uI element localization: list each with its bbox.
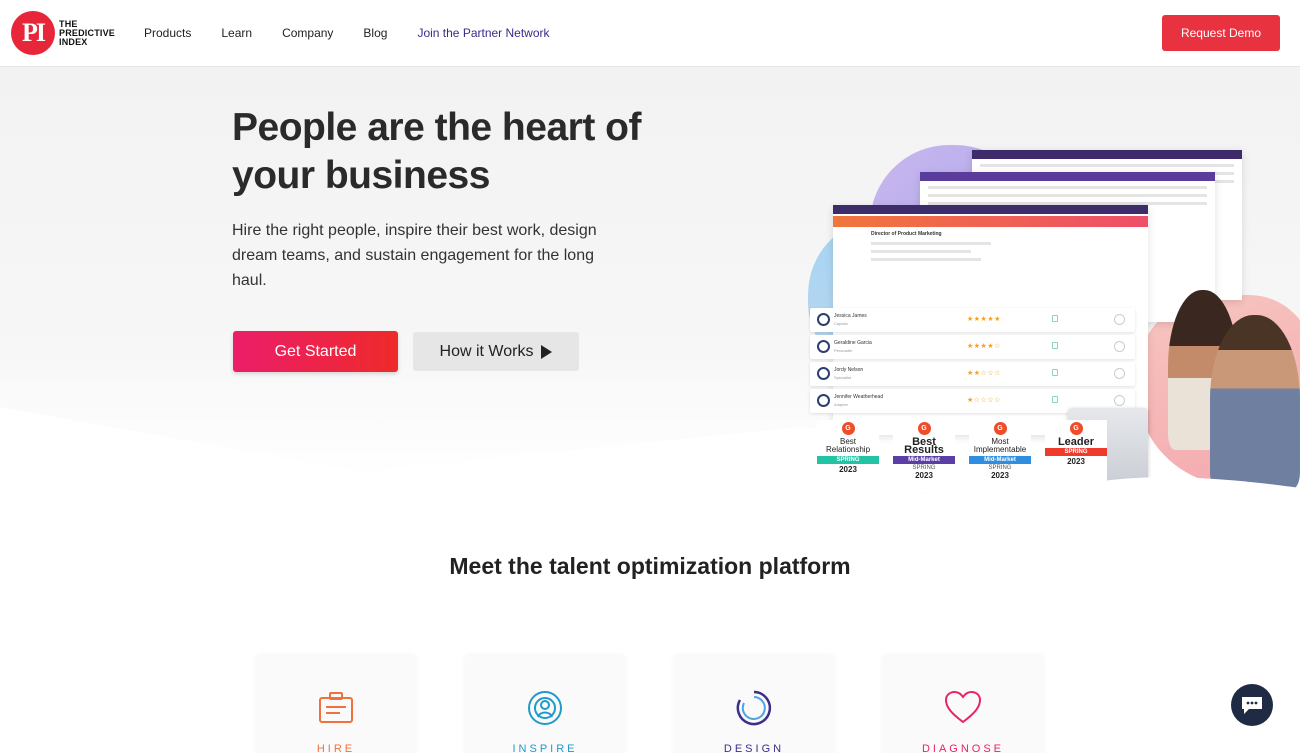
section-heading: Meet the talent optimization platform: [0, 553, 1300, 580]
card-diagnose[interactable]: DIAGNOSE: [883, 655, 1043, 753]
card-inspire[interactable]: INSPIRE: [465, 655, 625, 753]
avatar: [817, 313, 830, 326]
logo[interactable]: PI THE PREDICTIVE INDEX: [11, 11, 115, 55]
nav-item-products[interactable]: Products: [144, 26, 191, 40]
badge-year: 2023: [915, 471, 933, 480]
briefcase-icon: [319, 692, 353, 723]
chat-launcher-button[interactable]: [1231, 684, 1273, 726]
badge-title: Most Implementable: [973, 437, 1027, 454]
g2-icon: G: [993, 422, 1007, 435]
logo-line: INDEX: [59, 36, 88, 47]
profile-icon: [1114, 314, 1125, 325]
badge-ribbon: Mid-Market: [969, 456, 1031, 464]
candidate-row: Jessica James Captain ★★★★★: [810, 308, 1135, 332]
candidate-list: Jessica James Captain ★★★★★ Geraldine Ga…: [810, 308, 1135, 418]
heart-icon: [944, 690, 982, 724]
card-label: HIRE: [316, 743, 356, 753]
candidate-row: Jordy Nelson Specialist ★★☆☆☆: [810, 362, 1135, 386]
card-hire[interactable]: HIRE: [256, 655, 416, 753]
profile-icon: [1114, 368, 1125, 379]
g2-icon: G: [1069, 422, 1083, 435]
badge-title: Best Relationship: [825, 437, 871, 454]
card-label: DIAGNOSE: [921, 743, 1005, 753]
hero-subtitle: Hire the right people, inspire their bes…: [232, 222, 597, 289]
badge-most-implementable: G Most Implementable Mid-Market SPRING 2…: [969, 420, 1031, 494]
candidate-name: Geraldine Garcia: [834, 340, 872, 346]
candidate-row: Geraldine Garcia Persuader ★★★★☆: [810, 335, 1135, 359]
card-label: DESIGN: [723, 743, 785, 753]
profile-icon: [1114, 395, 1125, 406]
candidate-role: Persuader: [834, 348, 853, 353]
hero-title: People are the heart of your business: [232, 106, 641, 197]
heading-suffix: platform: [752, 553, 851, 579]
star-rating: ★★☆☆☆: [967, 370, 1001, 377]
request-demo-button[interactable]: Request Demo: [1162, 15, 1280, 51]
lock-icon: [1052, 342, 1058, 349]
badge-ribbon: SPRING: [1045, 448, 1107, 456]
person-man: [1210, 315, 1300, 490]
how-it-works-label: How it Works: [439, 342, 534, 360]
card-design[interactable]: DESIGN: [674, 655, 834, 753]
badge-year: 2023: [1067, 457, 1085, 466]
nav-item-company[interactable]: Company: [282, 26, 333, 40]
ring-icon: [736, 690, 772, 726]
lock-icon: [1052, 396, 1058, 403]
lock-icon: [1052, 315, 1058, 322]
star-rating: ★★★★☆: [967, 343, 1001, 350]
g2-icon: G: [917, 422, 931, 435]
nav-item-blog[interactable]: Blog: [363, 26, 387, 40]
badge-ribbon: Mid-Market: [893, 456, 955, 464]
candidate-name: Jordy Nelson: [834, 367, 864, 373]
badge-year: 2023: [991, 471, 1009, 480]
avatar: [817, 394, 830, 407]
get-started-button[interactable]: Get Started: [233, 331, 398, 372]
g2-icon: G: [841, 422, 855, 435]
hero-illustration: Director of Product Marketing Jessica Ja…: [800, 130, 1300, 500]
badge-best-relationship: G Best Relationship SPRING 2023: [817, 420, 879, 494]
star-rating: ★☆☆☆☆: [967, 397, 1001, 404]
candidate-role: Captain: [834, 321, 848, 326]
role-title: Director of Product Marketing: [871, 231, 942, 237]
page: PI THE PREDICTIVE INDEX Products Learn C…: [0, 0, 1300, 753]
platform-cards: HIRE INSPIRE DESIGN DIAGNOSE: [256, 655, 1056, 753]
badge-best-results: G Best Results Mid-Market SPRING 2023: [893, 420, 955, 494]
card-label: INSPIRE: [512, 743, 578, 753]
lock-icon: [1052, 369, 1058, 376]
nav-item-learn[interactable]: Learn: [221, 26, 252, 40]
candidate-name: Jessica James: [834, 313, 867, 319]
person-target-icon: [528, 691, 562, 725]
badge-title: Leader: [1057, 436, 1095, 448]
how-it-works-button[interactable]: How it Works: [413, 332, 579, 371]
badge-year: 2023: [839, 465, 857, 474]
play-icon: [541, 344, 553, 359]
avatar: [817, 340, 830, 353]
heading-emphasis: talent optimization: [549, 553, 753, 579]
profile-icon: [1114, 341, 1125, 352]
star-rating: ★★★★★: [967, 316, 1001, 323]
heading-prefix: Meet the: [449, 553, 550, 579]
candidate-role: Adapter: [834, 402, 849, 407]
candidate-name: Jennifer Weatherhead: [834, 394, 884, 400]
site-header: PI THE PREDICTIVE INDEX Products Learn C…: [0, 0, 1300, 67]
badge-ribbon: SPRING: [817, 456, 879, 464]
logo-wordmark: THE PREDICTIVE INDEX: [59, 19, 115, 47]
illustration-wave: [1030, 477, 1300, 500]
candidate-role: Specialist: [834, 375, 852, 380]
main-nav: Products Learn Company Blog Join the Par…: [144, 26, 580, 40]
logo-mark: PI: [11, 11, 55, 55]
avatar: [817, 367, 830, 380]
chat-icon: [1242, 697, 1262, 714]
nav-item-partner-network[interactable]: Join the Partner Network: [417, 26, 549, 40]
badge-title: Best Results: [904, 436, 944, 456]
